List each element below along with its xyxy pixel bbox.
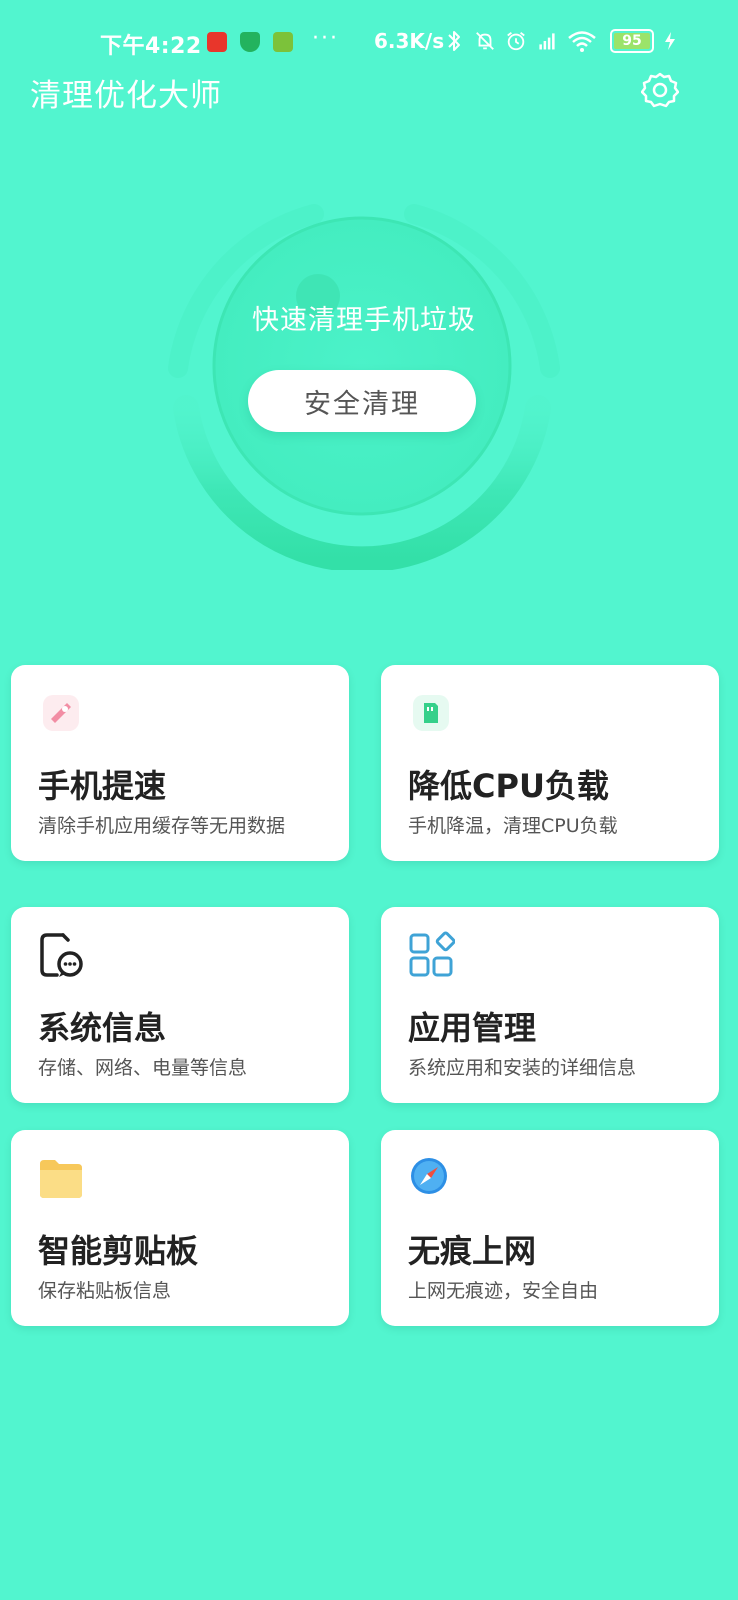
chip-icon — [413, 695, 449, 731]
bluetooth-icon — [443, 28, 465, 54]
hero-subtitle: 快速清理手机垃圾 — [252, 305, 476, 336]
card-title: 手机提速 — [38, 767, 167, 805]
card-title: 系统信息 — [38, 1009, 167, 1047]
phone-message-icon — [40, 933, 83, 977]
signal-hd-icon — [536, 28, 558, 54]
folder-icon — [40, 1160, 82, 1198]
safe-clean-button[interactable]: 安全清理 — [248, 370, 476, 432]
card-title: 降低CPU负载 — [408, 767, 609, 805]
apps-grid-icon — [409, 931, 455, 977]
compass-icon — [411, 1158, 447, 1194]
card-desc: 手机降温，清理CPU负载 — [408, 815, 618, 837]
hero-clean-panel: 快速清理手机垃圾 安全清理 — [164, 190, 564, 570]
battery-icon: 95 — [610, 29, 654, 53]
rocket-icon — [43, 695, 79, 731]
card-desc: 保存粘贴板信息 — [38, 1280, 172, 1302]
charging-icon — [663, 28, 677, 54]
android-app-icon — [273, 32, 293, 52]
bell-muted-icon — [474, 28, 496, 54]
app-title: 清理优化大师 — [30, 78, 222, 114]
network-speed: 6.3K/s — [374, 29, 445, 53]
security-shield-icon — [240, 32, 260, 52]
netease-music-icon — [207, 32, 227, 52]
feature-card-app-manager[interactable]: 应用管理 系统应用和安装的详细信息 — [381, 907, 719, 1103]
more-notifications-icon: ··· — [312, 26, 339, 51]
feature-card-speedup[interactable]: 手机提速 清除手机应用缓存等无用数据 — [11, 665, 349, 861]
card-desc: 上网无痕迹，安全自由 — [408, 1280, 599, 1302]
settings-button[interactable] — [638, 68, 682, 112]
gear-icon — [641, 72, 679, 108]
card-desc: 系统应用和安装的详细信息 — [408, 1057, 637, 1079]
feature-card-clipboard[interactable]: 智能剪贴板 保存粘贴板信息 — [11, 1130, 349, 1326]
card-desc: 存储、网络、电量等信息 — [38, 1057, 248, 1079]
feature-card-cpu[interactable]: 降低CPU负载 手机降温，清理CPU负载 — [381, 665, 719, 861]
status-icons: 95 — [443, 28, 677, 54]
status-time: 下午4:22 — [100, 34, 202, 59]
card-title: 应用管理 — [408, 1009, 537, 1047]
battery-level: 95 — [622, 33, 642, 49]
alarm-icon — [505, 28, 527, 54]
wifi-icon — [567, 28, 597, 54]
card-title: 智能剪贴板 — [38, 1232, 199, 1270]
card-desc: 清除手机应用缓存等无用数据 — [38, 815, 286, 837]
feature-card-system-info[interactable]: 系统信息 存储、网络、电量等信息 — [11, 907, 349, 1103]
feature-card-incognito[interactable]: 无痕上网 上网无痕迹，安全自由 — [381, 1130, 719, 1326]
card-title: 无痕上网 — [408, 1232, 537, 1270]
